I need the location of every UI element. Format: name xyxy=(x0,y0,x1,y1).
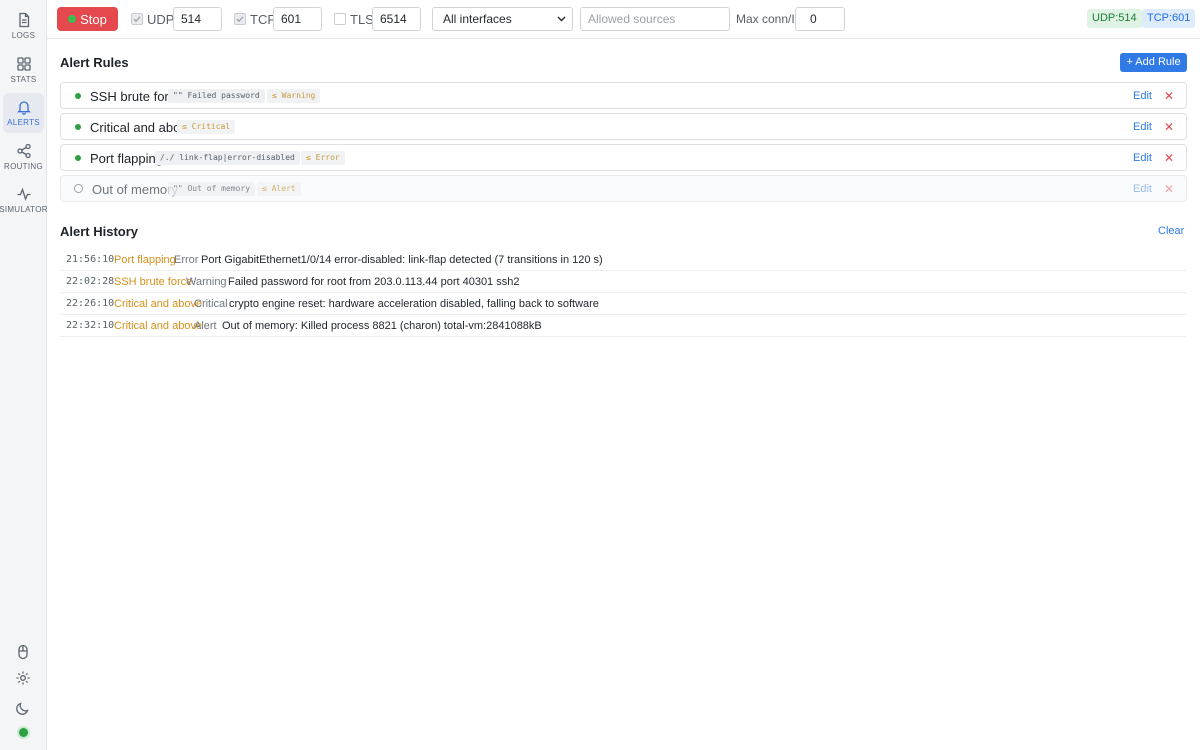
bell-icon xyxy=(16,101,31,115)
udp-label: UDP xyxy=(147,12,175,27)
alert-rule-row: Out of memory "" Out of memory ≤ Alert E… xyxy=(60,175,1187,202)
tls-label: TLS xyxy=(350,12,374,27)
rule-severity-tag: ≤ Warning xyxy=(267,89,321,103)
edit-rule-button[interactable]: Edit xyxy=(1133,183,1152,195)
history-severity: Error xyxy=(174,254,199,266)
tcp-status-badge: TCP:601 xyxy=(1142,9,1196,28)
allowed-sources-input[interactable]: Allowed sources xyxy=(580,7,730,31)
edit-rule-button[interactable]: Edit xyxy=(1133,152,1152,164)
sidebar-item-alerts[interactable]: ALERTS xyxy=(3,93,44,133)
interface-select-value: All interfaces xyxy=(443,12,512,26)
chevron-down-icon xyxy=(557,16,566,22)
history-row: 22:02:28 SSH brute force Warning Failed … xyxy=(60,271,1187,293)
tls-port-input[interactable]: 6514 xyxy=(372,7,421,31)
clear-history-button[interactable]: Clear xyxy=(1158,225,1184,237)
enabled-indicator-icon[interactable] xyxy=(75,124,81,130)
delete-rule-icon[interactable]: ✕ xyxy=(1164,120,1174,134)
add-rule-button[interactable]: + Add Rule xyxy=(1120,53,1187,72)
disabled-indicator-icon[interactable] xyxy=(74,184,83,193)
udp-status-badge: UDP:514 xyxy=(1087,9,1142,28)
history-row: 22:32:10 Critical and above Alert Out of… xyxy=(60,315,1187,337)
alert-rule-row: SSH brute force "" Failed password ≤ War… xyxy=(60,82,1187,109)
check-icon xyxy=(133,16,141,23)
gear-icon[interactable] xyxy=(15,670,31,686)
history-time: 22:02:28 xyxy=(66,276,115,287)
enabled-indicator-icon[interactable] xyxy=(75,93,81,99)
history-message: Out of memory: Killed process 8821 (char… xyxy=(222,320,542,332)
sidebar-item-routing[interactable]: ROUTING xyxy=(3,137,44,177)
edit-rule-button[interactable]: Edit xyxy=(1133,90,1152,102)
history-row: 21:56:10 Port flapping Error Port Gigabi… xyxy=(60,249,1187,271)
delete-rule-icon[interactable]: ✕ xyxy=(1164,182,1174,196)
history-time: 22:32:10 xyxy=(66,320,115,331)
delete-rule-icon[interactable]: ✕ xyxy=(1164,151,1174,165)
rule-name: Port flapping xyxy=(90,151,163,166)
history-severity: Alert xyxy=(194,320,217,332)
tls-checkbox[interactable] xyxy=(334,13,346,25)
alert-rules-title: Alert Rules xyxy=(60,55,129,70)
rule-match-tag: "" Out of memory xyxy=(168,182,256,196)
history-message: crypto engine reset: hardware accelerati… xyxy=(229,298,599,310)
max-conn-label: Max conn/IP xyxy=(736,12,803,26)
sidebar-item-label: STATS xyxy=(10,75,37,84)
sidebar-item-label: LOGS xyxy=(11,31,36,40)
history-time: 21:56:10 xyxy=(66,254,115,265)
running-indicator-icon xyxy=(68,15,77,23)
sidebar: LOGS STATS ALERTS ROUTING SIMULATOR xyxy=(0,0,48,750)
grid-icon xyxy=(16,57,31,71)
mouse-icon[interactable] xyxy=(15,644,31,660)
sidebar-item-logs[interactable]: LOGS xyxy=(3,6,44,46)
udp-port-input[interactable]: 514 xyxy=(173,7,222,31)
sidebar-item-label: ALERTS xyxy=(7,118,40,127)
alert-rule-row: Critical and above ≤ Critical Edit ✕ xyxy=(60,113,1187,140)
history-time: 22:26:10 xyxy=(66,298,115,309)
share-icon xyxy=(16,143,31,159)
rule-name: Out of memory xyxy=(92,182,178,197)
interface-select[interactable]: All interfaces xyxy=(432,7,573,31)
sidebar-item-label: ROUTING xyxy=(4,162,43,171)
document-icon xyxy=(18,12,29,28)
moon-icon[interactable] xyxy=(15,700,31,716)
enabled-indicator-icon[interactable] xyxy=(75,155,81,161)
tcp-port-input[interactable]: 601 xyxy=(273,7,322,31)
history-rule: Critical and above xyxy=(114,298,203,310)
edit-rule-button[interactable]: Edit xyxy=(1133,121,1152,133)
pulse-icon xyxy=(17,187,30,201)
rule-severity-tag: ≤ Critical xyxy=(177,120,236,134)
rule-severity-tag: ≤ Error xyxy=(301,151,345,165)
max-conn-input[interactable]: 0 xyxy=(795,7,845,31)
sidebar-item-stats[interactable]: STATS xyxy=(3,50,44,90)
delete-rule-icon[interactable]: ✕ xyxy=(1164,89,1174,103)
toolbar: Stop UDP 514 TCP 601 TLS 6514 All interf… xyxy=(47,0,1200,39)
connection-status-indicator xyxy=(19,728,28,737)
history-row: 22:26:10 Critical and above Critical cry… xyxy=(60,293,1187,315)
sidebar-item-simulator[interactable]: SIMULATOR xyxy=(0,180,48,220)
history-rule: SSH brute force xyxy=(114,276,193,288)
check-icon xyxy=(236,16,244,23)
alert-history-title: Alert History xyxy=(60,224,139,239)
rule-match-tag: /./ link-flap|error-disabled xyxy=(155,151,300,165)
sidebar-item-label: SIMULATOR xyxy=(0,205,48,214)
udp-checkbox[interactable] xyxy=(131,13,143,25)
history-severity: Critical xyxy=(194,298,228,310)
alert-rule-row: Port flapping /./ link-flap|error-disabl… xyxy=(60,144,1187,171)
history-message: Failed password for root from 203.0.113.… xyxy=(228,276,520,288)
stop-button-label: Stop xyxy=(80,11,107,27)
history-message: Port GigabitEthernet1/0/14 error-disable… xyxy=(201,254,603,266)
rule-match-tag: "" Failed password xyxy=(168,89,265,103)
history-rule: Port flapping xyxy=(114,254,176,266)
stop-button[interactable]: Stop xyxy=(57,7,118,31)
rule-severity-tag: ≤ Alert xyxy=(257,182,301,196)
history-severity: Warning xyxy=(186,276,227,288)
tcp-checkbox[interactable] xyxy=(234,13,246,25)
history-rule: Critical and above xyxy=(114,320,203,332)
